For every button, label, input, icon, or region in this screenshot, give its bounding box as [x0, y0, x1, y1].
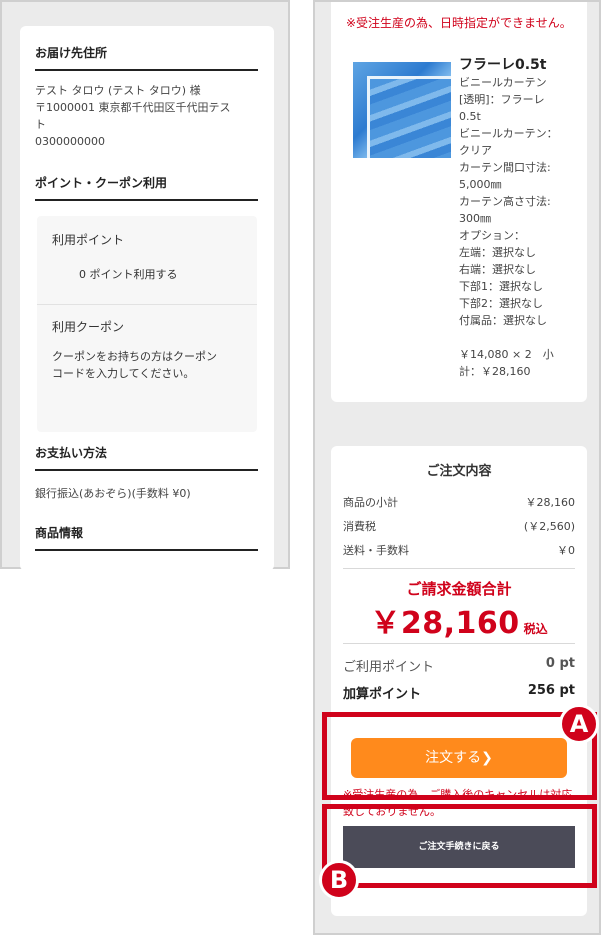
delivery-address-heading: お届け先住所 — [35, 44, 258, 71]
payment-method-value: 銀行振込(あおぞら)(手数料 ¥0) — [35, 487, 191, 500]
summary-value: ￥0 — [557, 544, 575, 557]
product-spec-line: オプション： — [459, 229, 525, 242]
grand-total-label: ご請求金額合計 — [406, 580, 512, 598]
product-spec-line: 付属品：選択なし — [459, 314, 547, 327]
phone-number: 0300000000 — [35, 135, 105, 148]
summary-value: (￥2,560) — [523, 520, 575, 533]
product-spec-line: カーテン高さ寸法: — [459, 195, 551, 208]
used-points-value: 0 pt — [545, 656, 575, 671]
product-spec-line: 300㎜ — [459, 212, 491, 225]
product-spec-line: ビニールカーテン — [459, 76, 547, 89]
product-spec-line: ビニールカーテン： — [459, 127, 558, 140]
coupon-instruction-line-2: コードを入力してください。 — [52, 367, 195, 380]
summary-label: 消費税 — [343, 520, 376, 533]
points-divider — [343, 643, 575, 644]
product-spec-list: ビニールカーテン [透明]：フラーレ 0.5t ビニールカーテン： クリアカーテン間口寸… — [459, 74, 581, 329]
coupon-instruction-line-1: クーポンをお持ちの方はクーポン — [52, 350, 217, 363]
payment-method-heading: お支払い方法 — [35, 444, 258, 471]
annotation-box-b — [322, 804, 597, 888]
annotation-box-a — [322, 712, 597, 800]
annotation-badge-a: A — [559, 704, 599, 744]
product-spec-line: 5,000㎜ — [459, 178, 502, 191]
summary-row-subtotal: 商品の小計 ￥28,160 — [343, 494, 575, 510]
use-coupon-label: 利用クーポン — [52, 320, 125, 334]
annotation-badge-b: B — [319, 860, 359, 900]
order-summary-title: ご注文内容 — [426, 464, 492, 479]
order-confirm-panel: ※受注生産の為、日時指定ができません。 フラーレ0.5t ビニールカーテン [透明… — [313, 0, 601, 935]
product-spec-line: 下部1：選択なし — [459, 280, 543, 293]
order-info-panel: お届け先住所 テスト タロウ (テスト タロウ) 様 〒1000001 東京都千… — [0, 0, 290, 571]
grand-total: ￥28,160 税込 — [331, 598, 587, 642]
price-line-2: 計：￥28,160 — [459, 365, 531, 378]
product-image — [353, 62, 451, 158]
product-spec-line: 右端：選択なし — [459, 263, 536, 276]
address-line-2: ト — [35, 118, 46, 131]
lead-time-notice: ※受注生産の為、日時指定ができません。 — [346, 16, 572, 30]
use-points-value[interactable]: 0 ポイント利用する — [79, 266, 178, 283]
recipient-name: テスト タロウ (テスト タロウ) 様 — [35, 84, 201, 97]
product-spec-line: クリア — [459, 144, 492, 157]
added-points-row: 加算ポイント 256 pt — [343, 683, 575, 703]
product-info-heading: 商品情報 — [35, 524, 258, 551]
added-points-label: 加算ポイント — [343, 687, 422, 702]
summary-row-shipping: 送料・手数料 ￥0 — [343, 542, 575, 558]
address-line-1: 〒1000001 東京都千代田区千代田テス — [35, 101, 231, 114]
order-info-card: お届け先住所 テスト タロウ (テスト タロウ) 様 〒1000001 東京都千… — [20, 26, 274, 571]
grand-total-amount: ￥28,160 — [370, 606, 520, 641]
summary-label: 商品の小計 — [343, 496, 398, 509]
product-name[interactable]: フラーレ0.5t — [459, 54, 547, 74]
product-image-texture — [367, 76, 451, 158]
product-spec-line: カーテン間口寸法: — [459, 161, 551, 174]
summary-label: 送料・手数料 — [343, 544, 409, 557]
points-coupon-box: 利用ポイント 0 ポイント利用する 利用クーポン クーポンをお持ちの方はクーポン… — [37, 216, 257, 432]
cart-item-card: ※受注生産の為、日時指定ができません。 フラーレ0.5t ビニールカーテン [透明… — [331, 2, 587, 402]
points-coupon-divider — [37, 304, 257, 305]
product-spec-line: 下部2：選択なし — [459, 297, 543, 310]
added-points-value: 256 pt — [527, 683, 575, 698]
price-line-1: ￥14,080 × 2 小 — [459, 348, 554, 361]
used-points-label: ご利用ポイント — [343, 660, 435, 675]
summary-value: ￥28,160 — [525, 496, 576, 509]
summary-row-tax: 消費税 (￥2,560) — [343, 518, 575, 534]
product-spec-line: 0.5t — [459, 110, 481, 123]
used-points-row: ご利用ポイント 0 pt — [343, 656, 575, 676]
product-price: ￥14,080 × 2 小 計：￥28,160 — [459, 346, 579, 380]
tax-included-label: 税込 — [523, 622, 548, 636]
points-coupon-heading: ポイント・クーポン利用 — [35, 174, 258, 201]
summary-divider — [343, 568, 575, 569]
product-spec-line: [透明]：フラーレ — [459, 93, 545, 106]
product-spec-line: 左端：選択なし — [459, 246, 536, 259]
use-points-label: 利用ポイント — [52, 233, 125, 247]
